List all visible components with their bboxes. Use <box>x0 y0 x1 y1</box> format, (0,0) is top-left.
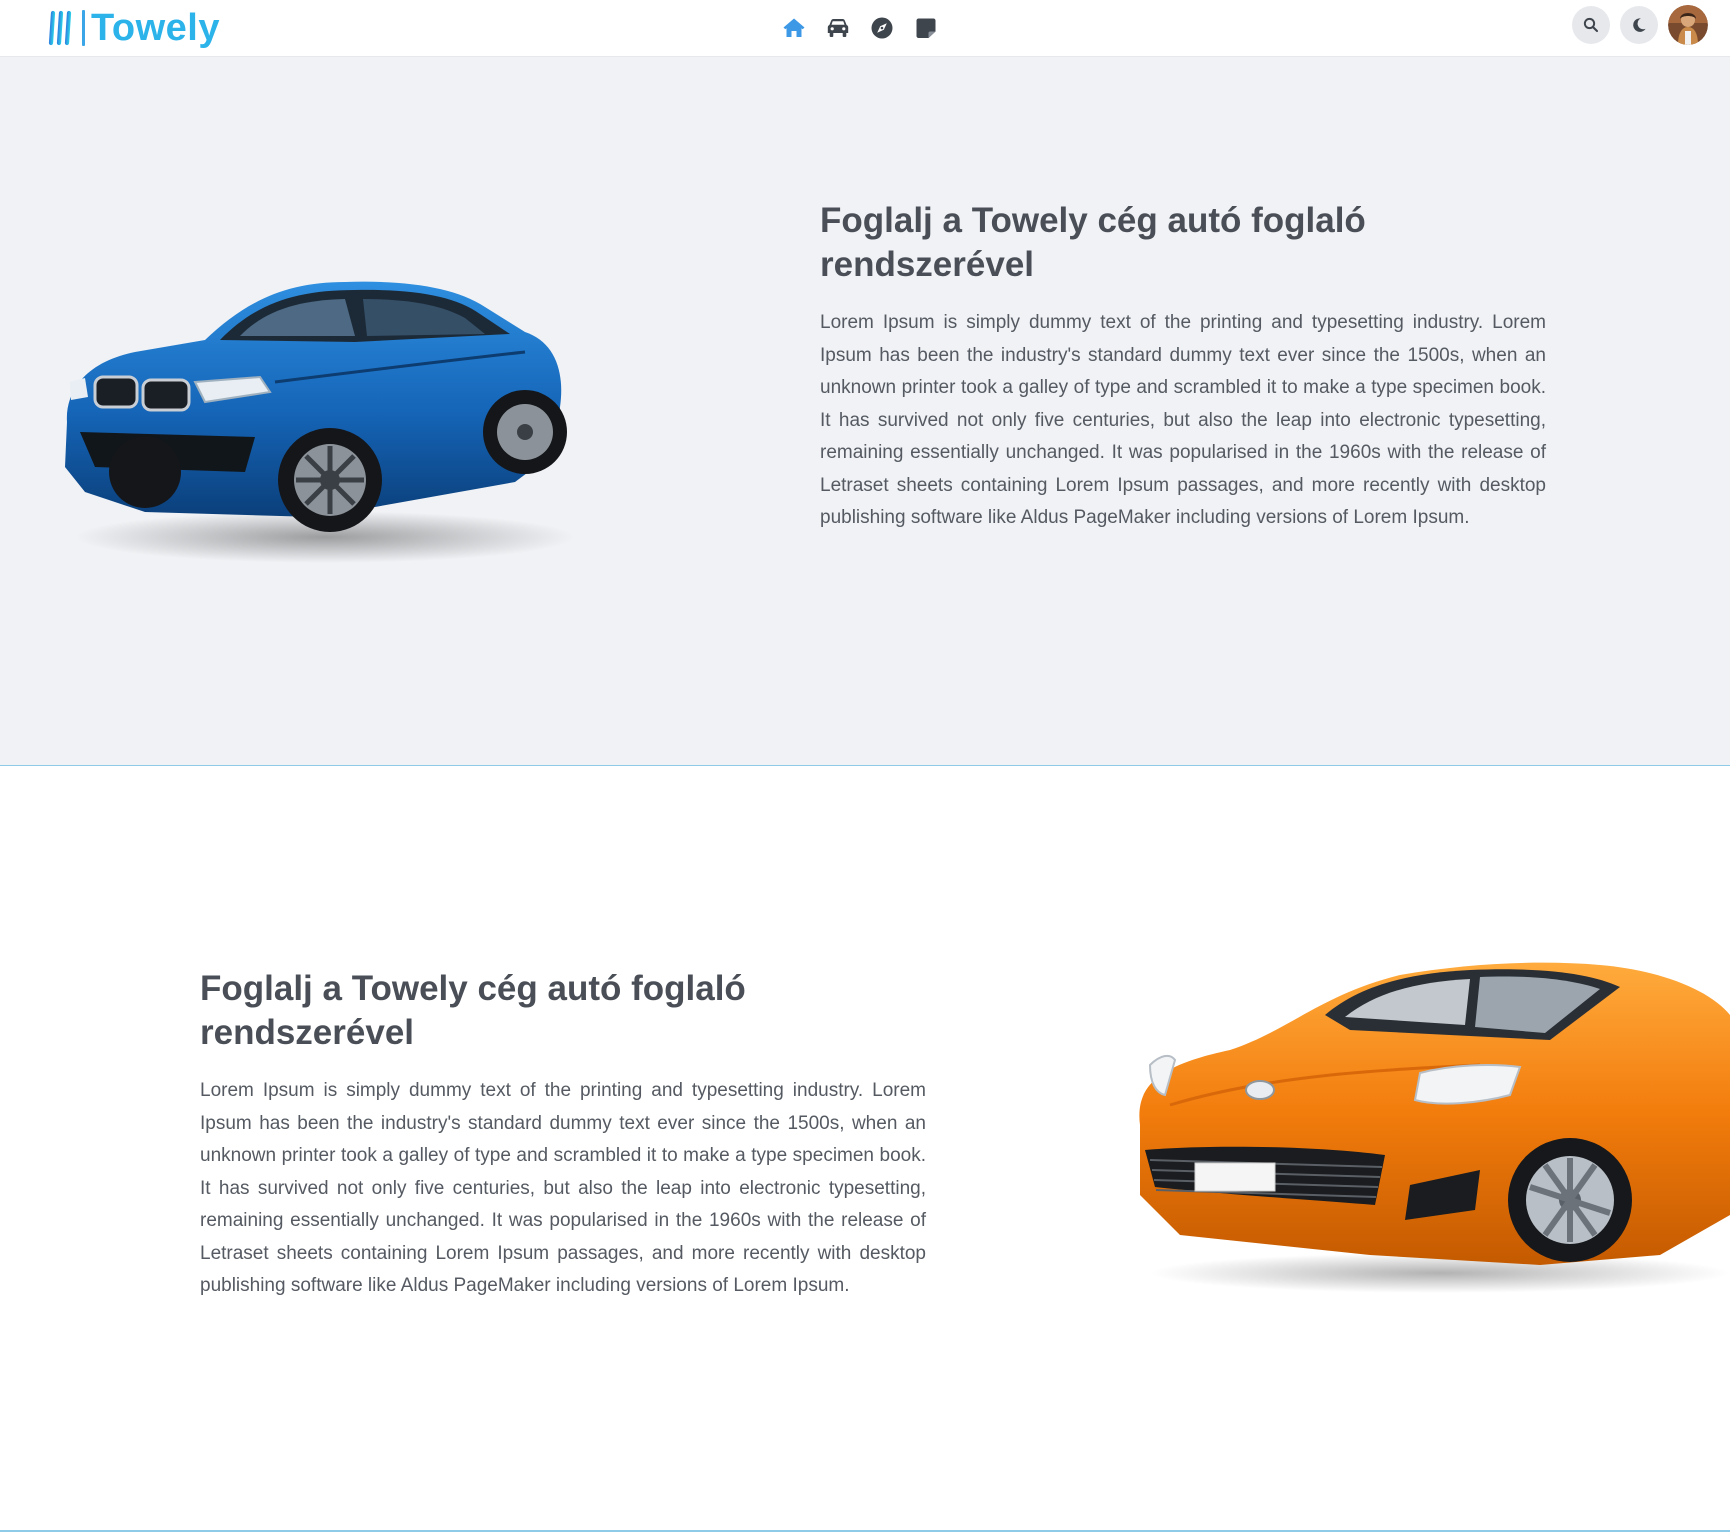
nav-notes-button[interactable] <box>914 12 938 44</box>
avatar-image <box>1668 5 1708 45</box>
moon-icon <box>1633 18 1646 32</box>
blue-suv-image <box>65 281 575 563</box>
nav-explore-button[interactable] <box>870 12 894 44</box>
feature-body-1: Lorem Ipsum is simply dummy text of the … <box>820 312 1546 528</box>
user-avatar[interactable] <box>1668 5 1708 45</box>
home-icon <box>783 18 805 37</box>
feature-section-2: Foglalj a Towely cég autó foglaló rendsz… <box>0 767 1730 1532</box>
nav-cars-button[interactable] <box>826 12 850 44</box>
hash-logo-icon <box>42 10 78 46</box>
feature-text-1: Foglalj a Towely cég autó foglaló rendsz… <box>820 199 1546 535</box>
feature-body-2: Lorem Ipsum is simply dummy text of the … <box>200 1080 926 1296</box>
brand-name: Towely <box>91 7 220 49</box>
brand-divider <box>82 10 85 46</box>
orange-sports-car-image <box>1139 962 1730 1293</box>
search-icon <box>1583 17 1599 33</box>
top-navbar: Towely <box>0 0 1730 57</box>
sticky-note-icon <box>916 18 936 38</box>
main-nav <box>782 12 938 44</box>
car-icon <box>827 19 849 37</box>
nav-home-button[interactable] <box>782 12 806 44</box>
header-actions <box>1572 5 1708 45</box>
feature-heading-1: Foglalj a Towely cég autó foglaló rendsz… <box>820 201 1366 284</box>
feature-section-1: Foglalj a Towely cég autó foglaló rendsz… <box>0 57 1730 766</box>
brand-logo-link[interactable]: Towely <box>42 6 220 50</box>
compass-icon <box>871 17 893 39</box>
feature-text-2: Foglalj a Towely cég autó foglaló rendsz… <box>200 967 926 1303</box>
search-button[interactable] <box>1572 6 1610 44</box>
feature-heading-2: Foglalj a Towely cég autó foglaló rendsz… <box>200 969 746 1052</box>
dark-mode-toggle[interactable] <box>1620 6 1658 44</box>
